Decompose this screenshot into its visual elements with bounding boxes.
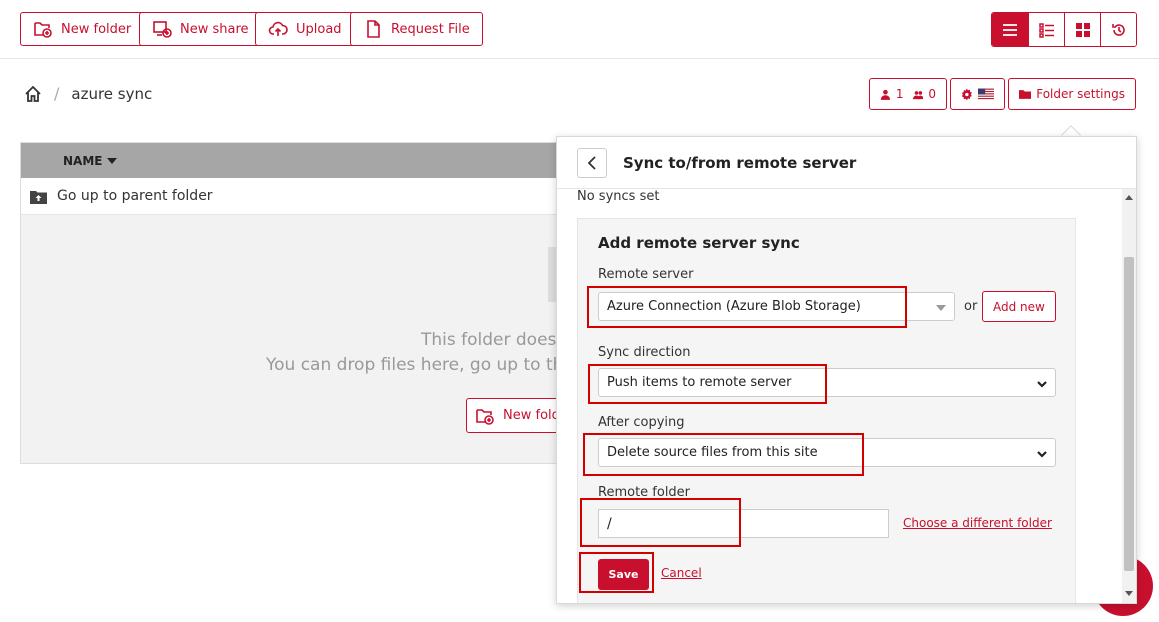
sort-down-icon [107, 157, 118, 164]
top-toolbar: New folder New share Upload Request File [0, 0, 1159, 59]
remote-server-select[interactable]: Azure Connection (Azure Blob Storage) [598, 292, 955, 321]
groups-count: 0 [928, 87, 936, 101]
choose-folder-link[interactable]: Choose a different folder [903, 516, 1052, 530]
new-folder-icon [476, 408, 494, 425]
chevron-down-icon [1037, 448, 1047, 458]
request-file-button[interactable]: Request File [350, 12, 483, 46]
list-view-icon [1003, 23, 1017, 36]
list-view-button[interactable] [992, 13, 1028, 46]
folder-icon [1019, 89, 1032, 99]
grid-view-icon [1075, 22, 1090, 37]
remote-folder-value: / [607, 515, 612, 532]
new-share-label: New share [180, 21, 249, 37]
empty-message-hint: You can drop files here, go up to the [266, 355, 559, 375]
scroll-down-icon[interactable] [1125, 591, 1133, 596]
view-mode-group [991, 12, 1137, 47]
panel-scrollbar[interactable] [1122, 189, 1136, 603]
parent-folder-row[interactable]: Go up to parent folder [21, 178, 559, 215]
empty-new-folder-label: New fold [503, 408, 559, 423]
cloud-upload-icon [268, 21, 288, 36]
name-column-header[interactable]: NAME [21, 143, 559, 178]
back-button[interactable] [577, 147, 607, 178]
no-syncs-text: No syncs set [577, 189, 660, 204]
empty-message-title: This folder does [421, 330, 557, 350]
scrollbar-thumb[interactable] [1124, 257, 1134, 571]
drop-zone[interactable]: This folder does You can drop files here… [21, 215, 559, 463]
add-sync-form: Add remote server sync Remote server Azu… [577, 218, 1076, 603]
detail-list-button[interactable] [1028, 13, 1064, 46]
new-share-icon [153, 21, 172, 38]
breadcrumb-current: azure sync [71, 84, 153, 103]
file-table: NAME Go up to parent folder This folder … [20, 142, 560, 464]
sync-panel: Sync to/from remote server No syncs set … [556, 136, 1137, 604]
breadcrumb: / azure sync [24, 84, 152, 103]
dropdown-arrow-icon [936, 305, 946, 311]
save-button[interactable]: Save [598, 559, 649, 590]
sync-panel-header: Sync to/from remote server [557, 137, 1136, 189]
remote-server-label: Remote server [598, 267, 694, 282]
detail-list-icon [1038, 22, 1054, 38]
new-share-button[interactable]: New share [139, 12, 262, 46]
sync-direction-select[interactable]: Push items to remote server [598, 368, 1056, 397]
upload-button[interactable]: Upload [255, 12, 355, 46]
form-title: Add remote server sync [598, 234, 800, 252]
remote-folder-label: Remote folder [598, 485, 691, 500]
sync-direction-label: Sync direction [598, 345, 691, 360]
group-icon [912, 90, 924, 99]
breadcrumb-separator: / [54, 84, 60, 103]
user-icon [880, 89, 891, 100]
new-folder-label: New folder [61, 21, 132, 37]
remote-server-value: Azure Connection (Azure Blob Storage) [607, 299, 861, 314]
or-text: or [964, 299, 978, 314]
after-copying-label: After copying [598, 415, 685, 430]
after-copying-value: Delete source files from this site [607, 445, 818, 460]
name-column-label: NAME [63, 153, 103, 168]
chevron-down-icon [1037, 378, 1047, 388]
users-count: 1 [895, 87, 904, 101]
language-button[interactable] [950, 78, 1005, 110]
request-file-label: Request File [391, 21, 470, 37]
new-folder-icon [34, 22, 52, 38]
sync-panel-title: Sync to/from remote server [623, 153, 857, 172]
history-button[interactable] [1100, 13, 1136, 46]
home-icon[interactable] [24, 85, 42, 103]
empty-new-folder-button[interactable]: New fold [466, 398, 559, 433]
after-copying-select[interactable]: Delete source files from this site [598, 438, 1056, 467]
us-flag-icon [977, 88, 994, 100]
remote-folder-input[interactable]: / [598, 509, 889, 538]
history-icon [1111, 23, 1125, 36]
gear-icon [961, 88, 972, 100]
add-new-server-button[interactable]: Add new [982, 291, 1056, 322]
folder-settings-button[interactable]: Folder settings [1008, 78, 1136, 110]
users-groups-button[interactable]: 1 0 [869, 78, 947, 110]
parent-folder-label: Go up to parent folder [57, 188, 213, 204]
scroll-up-icon[interactable] [1125, 195, 1133, 200]
drop-zone-bar [548, 247, 556, 302]
file-icon [367, 20, 380, 38]
sync-direction-value: Push items to remote server [607, 375, 792, 390]
folder-up-icon [30, 190, 47, 204]
upload-label: Upload [296, 21, 342, 37]
new-folder-button[interactable]: New folder [20, 12, 145, 46]
grid-view-button[interactable] [1064, 13, 1100, 46]
chevron-left-icon [587, 155, 596, 170]
cancel-link[interactable]: Cancel [661, 566, 702, 580]
folder-settings-label: Folder settings [1036, 87, 1125, 101]
